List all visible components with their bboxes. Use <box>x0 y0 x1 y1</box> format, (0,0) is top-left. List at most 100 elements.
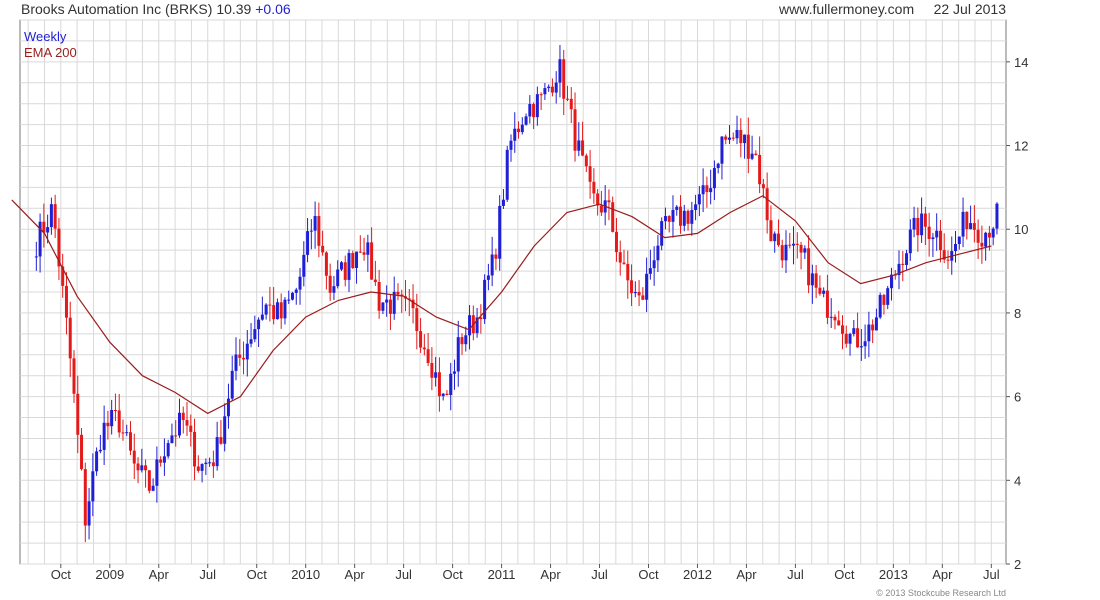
candle-body <box>750 153 754 159</box>
x-tick-label: Apr <box>736 567 757 582</box>
candle-body <box>343 262 347 280</box>
candle-body <box>735 129 739 139</box>
candle-body <box>110 409 114 427</box>
candle-body <box>505 149 509 200</box>
x-tick-label: Jul <box>787 567 804 582</box>
candle-body <box>464 335 468 345</box>
y-tick-label: 12 <box>1014 139 1028 154</box>
candle-body <box>208 462 212 464</box>
y-tick-label: 14 <box>1014 55 1028 70</box>
x-tick-label: 2012 <box>683 567 712 582</box>
candle-body <box>795 243 799 245</box>
x-tick-label: Apr <box>149 567 170 582</box>
candle-body <box>844 333 848 344</box>
candle-body <box>991 228 995 238</box>
candle-body <box>611 202 615 232</box>
x-tick-label: Apr <box>932 567 953 582</box>
x-tick-label: 2010 <box>291 567 320 582</box>
candle-body <box>987 232 991 238</box>
candle-body <box>226 398 230 417</box>
candle-body <box>856 328 860 348</box>
candle-body <box>230 370 234 399</box>
candle-body <box>946 259 950 261</box>
candle-body <box>204 462 208 465</box>
candle-body <box>810 273 814 286</box>
candle-body <box>701 185 705 195</box>
candle-body <box>743 134 747 144</box>
candle-body <box>814 273 818 288</box>
candle-body <box>637 291 641 296</box>
candle-body <box>727 137 731 140</box>
candle-body <box>460 337 464 345</box>
candle-body <box>554 82 558 93</box>
candle-body <box>211 462 215 467</box>
candle-body <box>980 242 984 247</box>
candle-body <box>147 470 151 491</box>
candle-body <box>984 232 988 247</box>
candle-body <box>592 181 596 194</box>
candle-body <box>170 435 174 444</box>
candle-body <box>196 466 200 471</box>
candle-body <box>415 308 419 332</box>
candle-body <box>91 471 95 502</box>
copyright-notice: © 2013 Stockcube Research Ltd <box>876 588 1006 598</box>
x-tick-label: Oct <box>51 567 72 582</box>
candle-body <box>332 286 336 293</box>
candle-body <box>377 282 381 311</box>
candle-body <box>852 328 856 334</box>
x-tick-label: Oct <box>834 567 855 582</box>
candle-body <box>80 434 84 470</box>
candle-body <box>283 299 287 319</box>
candle-body <box>916 217 920 236</box>
candle-body <box>351 253 355 268</box>
candle-body <box>426 349 430 364</box>
x-tick-label: 2013 <box>879 567 908 582</box>
y-tick-label: 8 <box>1014 306 1021 321</box>
candle-body <box>739 129 743 144</box>
candle-body <box>667 216 671 222</box>
candle-body <box>562 59 566 99</box>
candle-body <box>976 229 980 243</box>
candle-body <box>818 287 822 294</box>
candle-body <box>825 290 829 318</box>
candle-body <box>49 204 53 228</box>
candle-body <box>328 275 332 293</box>
candle-body <box>882 294 886 305</box>
candle-body <box>769 220 773 242</box>
candle-body <box>264 304 268 315</box>
candle-body <box>799 244 803 253</box>
candle-body <box>324 252 328 276</box>
candle-body <box>290 292 294 300</box>
candle-body <box>663 216 667 222</box>
candle-body <box>242 357 246 360</box>
candle-body <box>513 128 517 141</box>
candle-body <box>381 302 385 311</box>
candle-body <box>437 372 441 397</box>
x-tick-label: 2011 <box>488 567 516 582</box>
candle-body <box>38 221 42 257</box>
x-tick-label: Jul <box>591 567 608 582</box>
candle-body <box>388 299 392 314</box>
candle-body <box>422 347 426 350</box>
candle-body <box>901 263 905 265</box>
candle-body <box>694 204 698 210</box>
candle-body <box>373 279 377 283</box>
candle-body <box>419 331 423 348</box>
candle-body <box>113 409 117 411</box>
candle-body <box>396 291 400 295</box>
candle-body <box>185 420 189 426</box>
candle-body <box>279 302 283 319</box>
candle-body <box>494 254 498 259</box>
candle-body <box>837 320 841 326</box>
candle-body <box>788 244 792 246</box>
candle-body <box>908 229 912 254</box>
candle-body <box>547 86 551 89</box>
x-tick-label: Oct <box>247 567 268 582</box>
candle-body <box>569 98 573 110</box>
candle-body <box>189 425 193 432</box>
legend-weekly: Weekly <box>24 29 67 44</box>
candle-body <box>675 206 679 210</box>
candle-body <box>159 459 163 463</box>
candle-body <box>935 230 939 238</box>
candle-body <box>614 231 618 253</box>
